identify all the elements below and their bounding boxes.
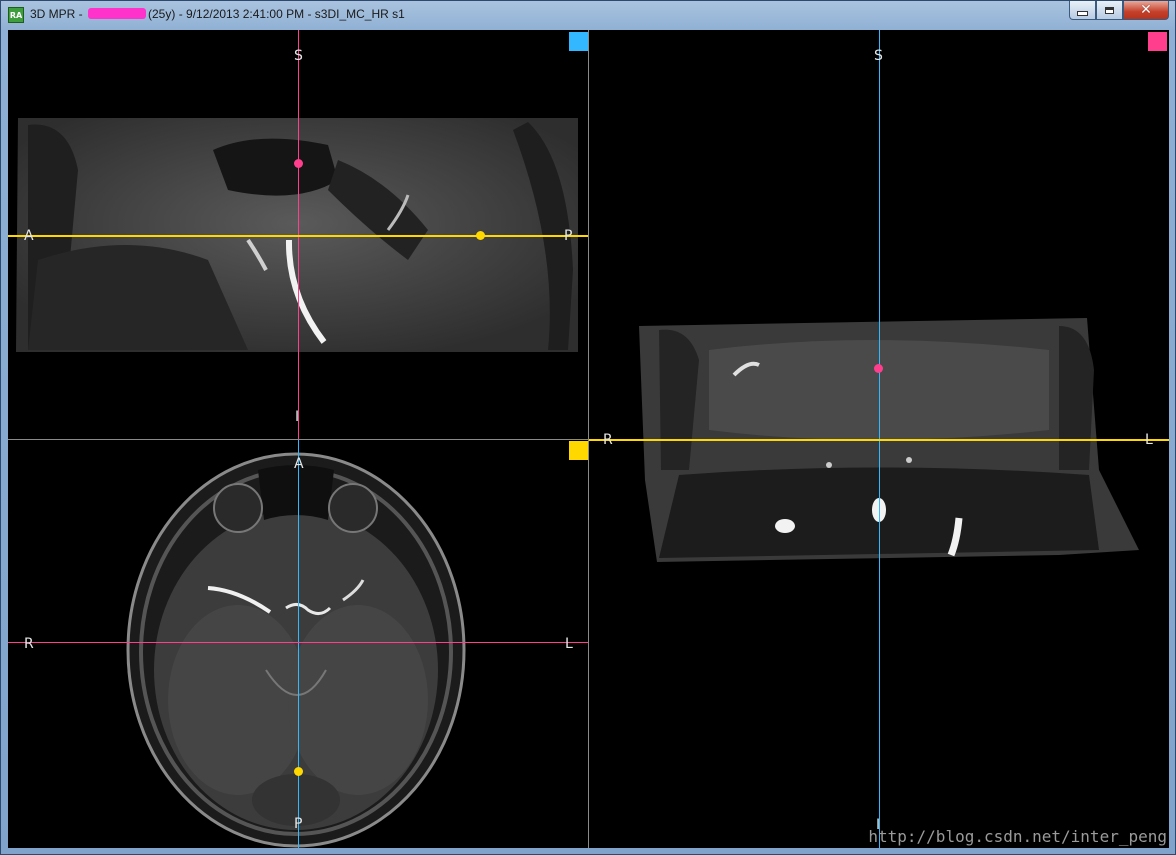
- maximize-icon: [1105, 6, 1114, 14]
- axial-label-right: L: [565, 636, 573, 652]
- coronal-view[interactable]: S I R L http://blog.csdn.net/inter_peng: [589, 30, 1169, 848]
- sagittal-view[interactable]: S I A P: [8, 30, 588, 439]
- close-icon: ✕: [1140, 1, 1152, 18]
- axial-color-marker: [569, 441, 588, 460]
- sagittal-coronal-handle[interactable]: [294, 159, 303, 168]
- horizontal-divider[interactable]: [8, 439, 588, 440]
- sagittal-horizontal-crosshair[interactable]: [8, 235, 588, 237]
- sagittal-label-left: A: [24, 228, 34, 244]
- watermark: http://blog.csdn.net/inter_peng: [868, 827, 1167, 846]
- app-icon: RA: [8, 7, 24, 23]
- close-button[interactable]: ✕: [1123, 1, 1169, 20]
- axial-axial-handle[interactable]: [294, 767, 303, 776]
- axial-vertical-crosshair[interactable]: [298, 440, 299, 848]
- axial-view[interactable]: A P R L: [8, 440, 588, 848]
- window-title-prefix: 3D MPR -: [30, 7, 87, 21]
- sagittal-label-right: P: [564, 228, 573, 244]
- sagittal-axial-handle[interactable]: [476, 231, 485, 240]
- coronal-label-left: R: [603, 432, 613, 448]
- sagittal-color-marker: [569, 32, 588, 51]
- coronal-label-right: L: [1145, 432, 1153, 448]
- caption-buttons: ✕: [1069, 1, 1169, 21]
- coronal-horizontal-crosshair[interactable]: [589, 439, 1169, 441]
- coronal-color-marker: [1148, 32, 1167, 51]
- mpr-viewport-area: S I A P A P R L S I R L http://blog.csdn…: [8, 30, 1169, 848]
- window-title-suffix: (25y) - 9/12/2013 2:41:00 PM - s3DI_MC_H…: [148, 7, 405, 21]
- coronal-coronal-handle[interactable]: [874, 364, 883, 373]
- minimize-icon: [1077, 10, 1088, 16]
- axial-label-top: A: [294, 456, 304, 472]
- vertical-divider[interactable]: [588, 30, 589, 848]
- window-title: 3D MPR - (25y) - 9/12/2013 2:41:00 PM - …: [30, 7, 405, 21]
- sagittal-label-top: S: [294, 48, 303, 64]
- redacted-patient-name: [88, 8, 147, 19]
- coronal-label-top: S: [874, 48, 883, 64]
- maximize-button[interactable]: [1096, 1, 1123, 20]
- mpr-window: RA 3D MPR - (25y) - 9/12/2013 2:41:00 PM…: [0, 0, 1176, 855]
- sagittal-label-bottom: I: [295, 409, 300, 425]
- minimize-button[interactable]: [1069, 1, 1096, 20]
- axial-label-bottom: P: [294, 816, 303, 832]
- axial-horizontal-crosshair[interactable]: [8, 642, 588, 643]
- title-bar[interactable]: RA 3D MPR - (25y) - 9/12/2013 2:41:00 PM…: [1, 1, 1175, 29]
- axial-label-left: R: [24, 636, 34, 652]
